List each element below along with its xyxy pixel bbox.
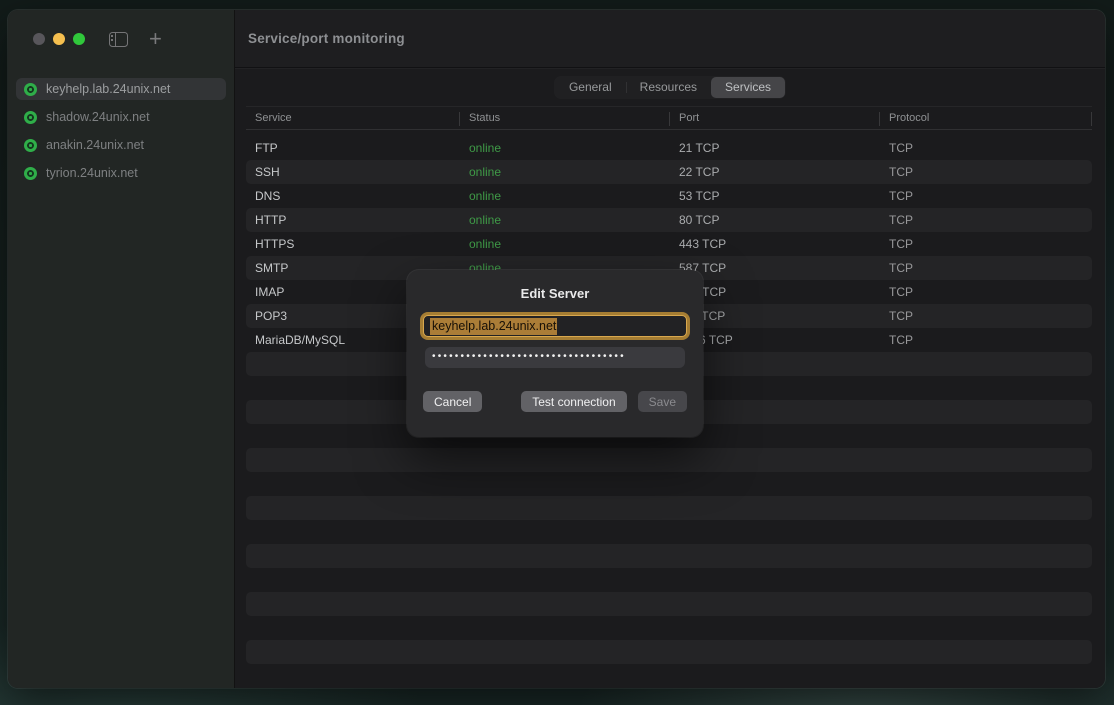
cell-port: 53 TCP <box>670 189 880 203</box>
cell-status: online <box>460 237 670 251</box>
table-row-empty <box>246 448 1092 472</box>
cell-protocol: TCP <box>880 165 1092 179</box>
table-row[interactable]: FTPonline21 TCPTCP <box>246 136 1092 160</box>
cell-port: 22 TCP <box>670 165 880 179</box>
table-row[interactable]: SSHonline22 TCPTCP <box>246 160 1092 184</box>
cell-port: 443 TCP <box>670 237 880 251</box>
minimize-button[interactable] <box>53 33 65 45</box>
cell-protocol: TCP <box>880 309 1092 323</box>
cell-service: HTTP <box>246 213 460 227</box>
server-host-value: keyhelp.lab.24unix.net <box>430 318 557 335</box>
sidebar: + keyhelp.lab.24unix.net shadow.24unix.ne… <box>8 10 235 688</box>
table-row[interactable]: HTTPSonline443 TCPTCP <box>246 232 1092 256</box>
table-row-empty <box>246 640 1092 664</box>
table-row-empty <box>246 616 1092 640</box>
table-row-empty <box>246 544 1092 568</box>
server-label: shadow.24unix.net <box>46 110 150 124</box>
tab-segmented-control: General Resources Services <box>554 76 786 99</box>
cell-protocol: TCP <box>880 333 1092 347</box>
table-row-empty <box>246 592 1092 616</box>
server-label: tyrion.24unix.net <box>46 166 138 180</box>
password-masked-value: •••••••••••••••••••••••••••••••••• <box>432 351 626 362</box>
cell-protocol: TCP <box>880 261 1092 275</box>
main-titlebar: Service/port monitoring <box>235 10 1105 68</box>
tab-services[interactable]: Services <box>711 77 785 98</box>
server-label: anakin.24unix.net <box>46 138 144 152</box>
cell-port: 21 TCP <box>670 141 880 155</box>
cell-protocol: TCP <box>880 285 1092 299</box>
close-button[interactable] <box>33 33 45 45</box>
table-row-empty <box>246 496 1092 520</box>
cell-status: online <box>460 141 670 155</box>
sidebar-item-server[interactable]: tyrion.24unix.net <box>16 162 226 184</box>
password-input[interactable]: •••••••••••••••••••••••••••••••••• <box>425 347 685 368</box>
table-row-empty <box>246 472 1092 496</box>
column-header-port[interactable]: Port <box>670 107 880 129</box>
page-title: Service/port monitoring <box>248 31 405 46</box>
zoom-button[interactable] <box>73 33 85 45</box>
server-status-icon <box>24 167 37 180</box>
cell-protocol: TCP <box>880 189 1092 203</box>
dialog-buttons: Cancel Test connection Save <box>423 391 687 412</box>
cell-service: HTTPS <box>246 237 460 251</box>
server-host-input[interactable]: keyhelp.lab.24unix.net <box>423 315 687 337</box>
add-server-button[interactable]: + <box>149 32 162 46</box>
sidebar-titlebar: + <box>8 10 234 68</box>
server-status-icon <box>24 83 37 96</box>
cell-service: FTP <box>246 141 460 155</box>
save-button[interactable]: Save <box>638 391 687 412</box>
cancel-button[interactable]: Cancel <box>423 391 482 412</box>
dialog-title: Edit Server <box>407 286 703 301</box>
cell-status: online <box>460 189 670 203</box>
sidebar-item-server[interactable]: shadow.24unix.net <box>16 106 226 128</box>
cell-status: online <box>460 213 670 227</box>
server-status-icon <box>24 139 37 152</box>
cell-service: DNS <box>246 189 460 203</box>
tab-general[interactable]: General <box>555 77 626 98</box>
tab-resources[interactable]: Resources <box>626 77 711 98</box>
server-label: keyhelp.lab.24unix.net <box>46 82 170 96</box>
tabs-row: General Resources Services <box>235 76 1105 99</box>
edit-server-dialog: Edit Server keyhelp.lab.24unix.net •••••… <box>407 270 703 437</box>
cell-protocol: TCP <box>880 237 1092 251</box>
table-row-empty <box>246 520 1092 544</box>
test-connection-button[interactable]: Test connection <box>521 391 626 412</box>
sidebar-item-server[interactable]: keyhelp.lab.24unix.net <box>16 78 226 100</box>
table-row[interactable]: DNSonline53 TCPTCP <box>246 184 1092 208</box>
table-row-empty <box>246 568 1092 592</box>
table-header: Service Status Port Protocol <box>246 106 1092 130</box>
cell-service: SSH <box>246 165 460 179</box>
cell-protocol: TCP <box>880 141 1092 155</box>
cell-port: 587 TCP <box>670 261 880 275</box>
server-list: keyhelp.lab.24unix.net shadow.24unix.net a… <box>8 68 234 190</box>
cell-status: online <box>460 165 670 179</box>
column-header-protocol[interactable]: Protocol <box>880 107 1092 129</box>
server-status-icon <box>24 111 37 124</box>
cell-port: 80 TCP <box>670 213 880 227</box>
column-header-service[interactable]: Service <box>246 107 460 129</box>
column-header-status[interactable]: Status <box>460 107 670 129</box>
table-row[interactable]: HTTPonline80 TCPTCP <box>246 208 1092 232</box>
sidebar-item-server[interactable]: anakin.24unix.net <box>16 134 226 156</box>
cell-protocol: TCP <box>880 213 1092 227</box>
sidebar-toggle-icon[interactable] <box>109 32 128 47</box>
